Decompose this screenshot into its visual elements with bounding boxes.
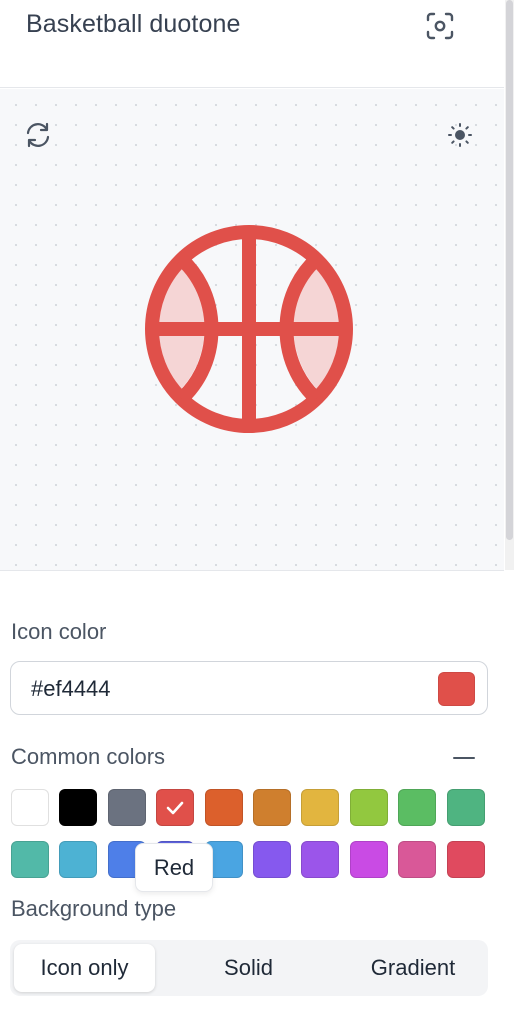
color-swatch-amber[interactable] — [253, 789, 291, 826]
background-type-label: Background type — [11, 896, 177, 921]
color-swatch-green[interactable] — [398, 789, 437, 826]
scrollbar[interactable] — [505, 0, 514, 570]
page-title: Basketball duotone — [26, 10, 241, 38]
icon-color-value[interactable]: #ef4444 — [31, 676, 111, 702]
color-swatch-black[interactable] — [59, 789, 98, 826]
color-swatch-purple[interactable] — [301, 841, 340, 878]
collapse-common-colors-button[interactable] — [450, 744, 478, 772]
background-option-icon-only[interactable]: Icon only — [14, 944, 155, 992]
color-swatch-rose[interactable] — [446, 841, 485, 878]
refresh-button[interactable] — [20, 117, 56, 153]
sun-icon — [448, 123, 472, 147]
color-swatch-fuchsia[interactable] — [349, 841, 388, 878]
color-swatch-orange[interactable] — [204, 789, 243, 826]
background-option-solid[interactable]: Solid — [178, 944, 319, 992]
color-swatch-red[interactable] — [156, 789, 195, 826]
screenshot-button[interactable] — [418, 4, 462, 48]
color-swatch-violet[interactable] — [253, 841, 291, 878]
color-swatch-yellow[interactable] — [301, 789, 340, 826]
icon-color-input[interactable]: #ef4444 — [10, 661, 488, 715]
background-type-selector: Icon only Solid Gradient — [10, 940, 488, 996]
color-tooltip: Red — [135, 843, 213, 892]
color-swatch-cyan[interactable] — [59, 841, 98, 878]
color-swatch-emerald[interactable] — [446, 789, 485, 826]
refresh-icon — [26, 122, 50, 148]
header: Basketball duotone — [0, 0, 504, 88]
theme-toggle-button[interactable] — [442, 117, 478, 153]
color-picker-swatch[interactable] — [438, 672, 475, 706]
color-swatch-teal[interactable] — [11, 841, 49, 878]
icon-preview-area — [0, 89, 504, 571]
focus-camera-icon — [426, 12, 454, 40]
color-swatch-gray[interactable] — [107, 789, 146, 826]
basketball-duotone-icon — [145, 225, 353, 433]
common-colors-label: Common colors — [11, 744, 166, 769]
minus-icon — [453, 757, 475, 759]
color-swatch-pink[interactable] — [398, 841, 437, 878]
color-swatch-lime[interactable] — [349, 789, 388, 826]
color-swatch-white[interactable] — [11, 789, 49, 826]
icon-color-label: Icon color — [11, 619, 107, 644]
scrollbar-thumb[interactable] — [506, 0, 513, 540]
background-option-gradient[interactable]: Gradient — [342, 944, 484, 992]
checkmark-icon — [166, 801, 184, 814]
